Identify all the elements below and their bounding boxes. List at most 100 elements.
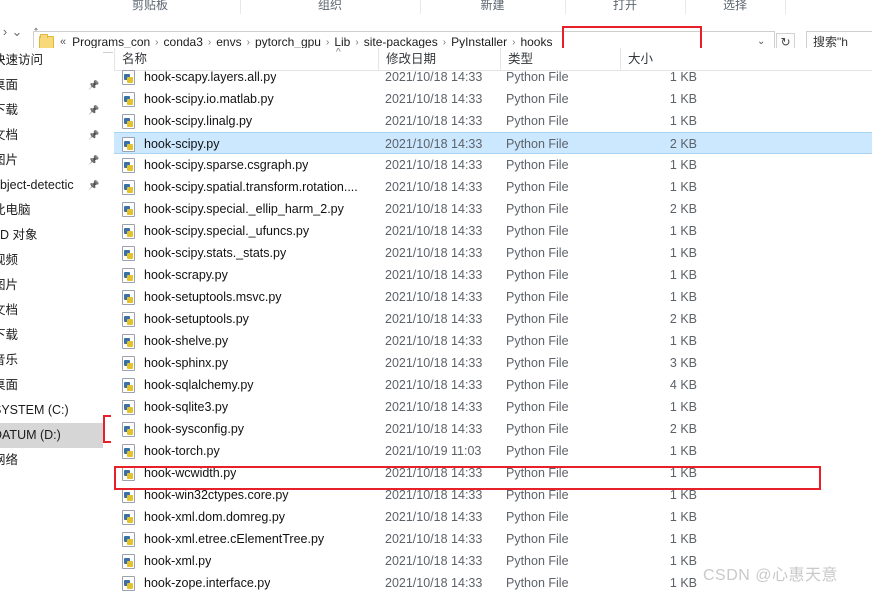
sidebar-item-1[interactable]: 桌面 📌 (0, 73, 103, 98)
file-size-cell: 1 KB (669, 576, 697, 590)
chevron-down-icon[interactable]: ⌄ (8, 23, 26, 41)
file-type-cell: Python File (506, 180, 569, 194)
python-file-icon (122, 180, 135, 195)
sidebar-item-label: 下载 (0, 328, 19, 342)
file-name-cell: hook-scipy.special._ellip_harm_2.py (122, 198, 344, 220)
sidebar-item-14[interactable]: SYSTEM (C:) (0, 398, 103, 423)
breadcrumb-separator-icon[interactable]: › (206, 37, 213, 48)
ribbon-group-剪贴板: 剪贴板 (60, 0, 241, 14)
table-row[interactable]: hook-sqlite3.py 2021/10/18 14:33 Python Fi… (114, 396, 872, 418)
breadcrumb-item-envs[interactable]: envs (213, 35, 244, 49)
file-name-cell: hook-xml.dom.domreg.py (122, 506, 285, 528)
pushpin-icon[interactable]: 📌 (88, 130, 99, 141)
table-row[interactable]: hook-setuptools.py 2021/10/18 14:33 Python… (114, 308, 872, 330)
file-type-cell: Python File (506, 334, 569, 348)
breadcrumb-item-pyinstaller[interactable]: PyInstaller (448, 35, 510, 49)
table-row[interactable]: hook-scipy.linalg.py 2021/10/18 14:33 Pyth… (114, 110, 872, 132)
address-dropdown-icon[interactable]: ⌄ (757, 36, 765, 47)
breadcrumb-item-hooks[interactable]: hooks (517, 35, 555, 49)
breadcrumb-overflow[interactable]: « (57, 36, 69, 48)
breadcrumb-item-site-packages[interactable]: site-packages (361, 35, 441, 49)
sidebar-item-3[interactable]: 文档 📌 (0, 123, 103, 148)
table-row[interactable]: hook-wcwidth.py 2021/10/18 14:33 Python Fi… (114, 462, 872, 484)
sidebar-item-12[interactable]: 音乐 (0, 348, 103, 373)
file-size-cell: 1 KB (669, 268, 697, 282)
table-row[interactable]: hook-scipy.special._ufuncs.py 2021/10/18 … (114, 220, 872, 242)
table-row[interactable]: hook-scipy.sparse.csgraph.py 2021/10/18 1… (114, 154, 872, 176)
table-row[interactable]: hook-scipy.special._ellip_harm_2.py 2021/… (114, 198, 872, 220)
file-size-cell: 2 KB (669, 202, 697, 216)
table-row[interactable]: hook-scipy.io.matlab.py 2021/10/18 14:33 P… (114, 88, 872, 110)
pushpin-icon[interactable]: 📌 (88, 155, 99, 166)
breadcrumb-separator-icon[interactable]: › (353, 37, 360, 48)
python-file-icon (122, 312, 135, 327)
python-file-icon (122, 422, 135, 437)
pushpin-icon[interactable]: 📌 (88, 180, 99, 191)
file-name-cell: hook-scipy.io.matlab.py (122, 88, 274, 110)
breadcrumb-separator-icon[interactable]: › (441, 37, 448, 48)
python-file-icon (122, 576, 135, 591)
file-size-cell: 1 KB (669, 290, 697, 304)
file-type-cell: Python File (506, 356, 569, 370)
sidebar-item-label: 图片 (0, 278, 19, 292)
table-row[interactable]: hook-shelve.py 2021/10/18 14:33 Python Fil… (114, 330, 872, 352)
file-type-cell: Python File (506, 224, 569, 238)
sidebar-item-16[interactable]: 网络 (0, 448, 103, 473)
table-row[interactable]: hook-scipy.py 2021/10/18 14:33 Python File… (114, 132, 872, 154)
table-row[interactable]: hook-xml.etree.cElementTree.py 2021/10/18… (114, 528, 872, 550)
file-name-cell: hook-scipy.stats._stats.py (122, 242, 286, 264)
sidebar-item-7[interactable]: 3D 对象 (0, 223, 103, 248)
sidebar-item-8[interactable]: 视频 (0, 248, 103, 273)
table-row[interactable]: hook-torch.py 2021/10/19 11:03 Python File… (114, 440, 872, 462)
pushpin-icon[interactable]: 📌 (88, 80, 99, 91)
sidebar-item-6[interactable]: 此电脑 (0, 198, 103, 223)
file-type-cell: Python File (506, 92, 569, 106)
python-file-icon (122, 158, 135, 173)
file-name-cell: hook-scipy.sparse.csgraph.py (122, 154, 308, 176)
table-row[interactable]: hook-scipy.stats._stats.py 2021/10/18 14:… (114, 242, 872, 264)
sidebar-item-0[interactable]: 快速访问 (0, 48, 103, 73)
file-date-cell: 2021/10/18 14:33 (385, 246, 483, 260)
file-name-cell: hook-scipy.spatial.transform.rotation...… (122, 176, 358, 198)
sidebar-item-11[interactable]: 下载 (0, 323, 103, 348)
sidebar-item-label: 文档 (0, 303, 19, 317)
sidebar-item-15[interactable]: DATUM (D:) (0, 423, 103, 448)
table-row[interactable]: hook-setuptools.msvc.py 2021/10/18 14:33 P… (114, 286, 872, 308)
sidebar-item-13[interactable]: 桌面 (0, 373, 103, 398)
sidebar-item-label: 视频 (0, 253, 19, 267)
sidebar-item-9[interactable]: 图片 (0, 273, 103, 298)
file-date-cell: 2021/10/18 14:33 (385, 334, 483, 348)
sidebar-item-2[interactable]: 下载 📌 (0, 98, 103, 123)
sidebar-item-4[interactable]: 图片 📌 (0, 148, 103, 173)
pushpin-icon[interactable]: 📌 (88, 105, 99, 116)
python-file-icon (122, 444, 135, 459)
table-row[interactable]: hook-scapy.layers.all.py 2021/10/18 14:33… (114, 66, 872, 88)
ribbon-group-新建: 新建 (420, 0, 566, 14)
breadcrumb-separator-icon[interactable]: › (324, 37, 331, 48)
file-date-cell: 2021/10/18 14:33 (385, 312, 483, 326)
table-row[interactable]: hook-sqlalchemy.py 2021/10/18 14:33 Python… (114, 374, 872, 396)
sidebar-item-5[interactable]: object-detectic 📌 (0, 173, 103, 198)
sidebar-item-10[interactable]: 文档 (0, 298, 103, 323)
file-date-cell: 2021/10/18 14:33 (385, 224, 483, 238)
table-row[interactable]: hook-win32ctypes.core.py 2021/10/18 14:33… (114, 484, 872, 506)
breadcrumb-separator-icon[interactable]: › (245, 37, 252, 48)
table-row[interactable]: hook-xml.dom.domreg.py 2021/10/18 14:33 Py… (114, 506, 872, 528)
breadcrumb-item-lib[interactable]: Lib (331, 35, 353, 49)
breadcrumb-separator-icon[interactable]: › (153, 37, 160, 48)
breadcrumb-item-pytorch_gpu[interactable]: pytorch_gpu (252, 35, 324, 49)
breadcrumb-item-conda3[interactable]: conda3 (161, 35, 206, 49)
file-name-cell: hook-setuptools.msvc.py (122, 286, 282, 308)
table-row[interactable]: hook-scipy.spatial.transform.rotation...… (114, 176, 872, 198)
breadcrumb-separator-icon[interactable]: › (510, 37, 517, 48)
file-date-cell: 2021/10/18 14:33 (385, 92, 483, 106)
table-row[interactable]: hook-sphinx.py 2021/10/18 14:33 Python Fil… (114, 352, 872, 374)
table-row[interactable]: hook-scrapy.py 2021/10/18 14:33 Python Fil… (114, 264, 872, 286)
table-row[interactable]: hook-sysconfig.py 2021/10/18 14:33 Python … (114, 418, 872, 440)
breadcrumb-item-programs_con[interactable]: Programs_con (69, 35, 153, 49)
file-date-cell: 2021/10/18 14:33 (385, 290, 483, 304)
file-type-cell: Python File (506, 158, 569, 172)
python-file-icon (122, 224, 135, 239)
file-type-cell: Python File (506, 422, 569, 436)
file-size-cell: 1 KB (669, 334, 697, 348)
